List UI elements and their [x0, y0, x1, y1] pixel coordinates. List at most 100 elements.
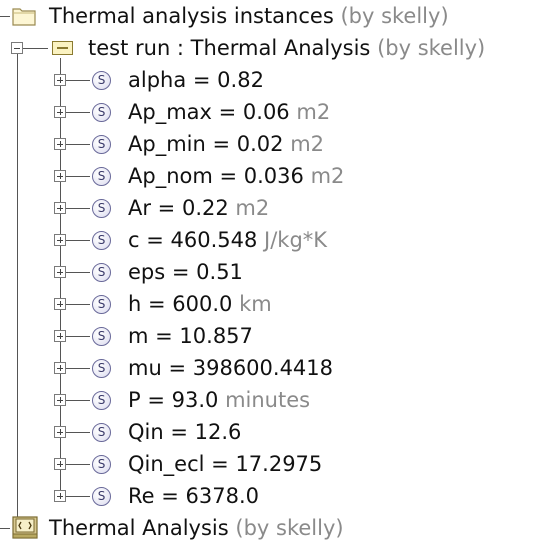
slot-equals: = [205, 132, 237, 156]
expand-icon[interactable] [54, 490, 66, 502]
slot-value: 0.02 [236, 132, 284, 156]
slot-equals: = [186, 68, 218, 92]
slot-unit: minutes [225, 388, 311, 412]
slot-value: 17.2975 [235, 452, 323, 476]
slot-name: Ap_min [128, 132, 206, 156]
expand-icon[interactable] [54, 266, 66, 278]
folder-icon [12, 8, 36, 26]
slot-name: m [128, 324, 149, 348]
slot-unit: m2 [235, 196, 270, 220]
tree-connector [66, 208, 90, 209]
slot-name: P [128, 388, 141, 412]
slot-label-group: alpha = 0.82 [128, 66, 264, 94]
slot-unit: km [239, 292, 272, 316]
slot-label-group: Qin = 12.6 [128, 418, 241, 446]
tree-node-slot[interactable]: S Ar = 0.22 m2 [0, 192, 542, 224]
slot-icon: S [92, 391, 111, 410]
slot-name: Re [128, 484, 155, 508]
tree-node-instance[interactable]: test run : Thermal Analysis (by skelly) [0, 32, 542, 64]
slot-name: c [128, 228, 140, 252]
tree-connector [66, 400, 90, 401]
tree-node-slot[interactable]: Salpha = 0.82 [0, 64, 542, 96]
tree-node-slot[interactable]: S Qin = 12.6 [0, 416, 542, 448]
expand-icon[interactable] [54, 138, 66, 150]
slot-label-group: Ap_min = 0.02 m2 [128, 130, 324, 158]
expand-icon[interactable] [54, 426, 66, 438]
tree-node-slot[interactable]: Seps = 0.51 [0, 256, 542, 288]
slot-value: 93.0 [171, 388, 219, 412]
slot-label-group: mu = 398600.4418 [128, 354, 333, 382]
slot-name: Ar [128, 196, 151, 220]
expand-icon[interactable] [54, 234, 66, 246]
tree-node-slot[interactable]: Sc = 460.548 J/kg*K [0, 224, 542, 256]
slot-name: Ap_nom [128, 164, 213, 188]
tree-node-class[interactable]: Thermal Analysis (by skelly) [0, 512, 542, 544]
expand-icon[interactable] [54, 170, 66, 182]
slot-unit: m2 [310, 164, 345, 188]
slot-value: 460.548 [170, 228, 258, 252]
slot-unit: m2 [290, 132, 325, 156]
expand-icon[interactable] [54, 394, 66, 406]
tree-view: Thermal analysis instances (by skelly) t… [0, 0, 542, 542]
expand-icon[interactable] [54, 106, 66, 118]
slot-value: 0.036 [243, 164, 304, 188]
slot-name: Qin_ecl [128, 452, 205, 476]
tree-node-slot[interactable]: S Qin_ecl = 17.2975 [0, 448, 542, 480]
tree-connector [66, 496, 90, 497]
slot-equals: = [204, 452, 236, 476]
expand-icon[interactable] [54, 458, 66, 470]
slot-label-group: Ap_nom = 0.036 m2 [128, 162, 344, 190]
instance-suffix: (by skelly) [377, 36, 486, 60]
expand-icon[interactable] [54, 362, 66, 374]
tree-node-slot[interactable]: S Ap_max = 0.06 m2 [0, 96, 542, 128]
class-suffix: (by skelly) [235, 516, 344, 540]
expand-icon[interactable] [54, 330, 66, 342]
slot-name: Qin [128, 420, 164, 444]
class-icon [12, 516, 38, 539]
tree-node-slot[interactable]: SP = 93.0 minutes [0, 384, 542, 416]
tree-node-slot[interactable]: Sh = 600.0 km [0, 288, 542, 320]
slot-value: 600.0 [172, 292, 233, 316]
tree-connector [23, 48, 48, 49]
tree-node-slot[interactable]: S Ap_nom = 0.036 m2 [0, 160, 542, 192]
slot-icon: S [92, 327, 111, 346]
slot-icon: S [92, 423, 111, 442]
slot-unit: m2 [296, 100, 331, 124]
tree-connector [66, 80, 90, 81]
tree-connector [66, 176, 90, 177]
instance-label-group: test run : Thermal Analysis (by skelly) [88, 34, 485, 62]
slot-value: 12.6 [194, 420, 242, 444]
tree-connector [66, 336, 90, 337]
tree-connector [66, 112, 90, 113]
expand-icon[interactable] [54, 74, 66, 86]
slot-label-group: Re = 6378.0 [128, 482, 259, 510]
tree-node-slot[interactable]: Smu = 398600.4418 [0, 352, 542, 384]
slot-icon: S [92, 455, 111, 474]
slot-unit: J/kg*K [264, 228, 328, 252]
tree-node-slot[interactable]: Sm = 10.857 [0, 320, 542, 352]
slot-equals: = [212, 164, 244, 188]
slot-equals: = [161, 356, 193, 380]
slot-label-group: c = 460.548 J/kg*K [128, 226, 327, 254]
slot-equals: = [154, 484, 186, 508]
slot-equals: = [141, 292, 173, 316]
collapse-icon[interactable] [11, 42, 23, 54]
instance-icon [52, 41, 73, 55]
expand-icon[interactable] [54, 298, 66, 310]
slot-equals: = [165, 260, 197, 284]
tree-node-slot[interactable]: S Ap_min = 0.02 m2 [0, 128, 542, 160]
tree-connector [66, 240, 90, 241]
tree-connector [66, 144, 90, 145]
slot-label-group: h = 600.0 km [128, 290, 272, 318]
slot-name: mu [128, 356, 162, 380]
tree-node-root[interactable]: Thermal analysis instances (by skelly) [0, 0, 542, 32]
tree-node-slot[interactable]: S Re = 6378.0 [0, 480, 542, 512]
slot-name: eps [128, 260, 166, 284]
slot-label-group: Qin_ecl = 17.2975 [128, 450, 322, 478]
slot-value: 6378.0 [185, 484, 260, 508]
expand-icon[interactable] [54, 202, 66, 214]
class-label: Thermal Analysis [49, 516, 229, 540]
tree-connector [66, 272, 90, 273]
slot-equals: = [140, 388, 172, 412]
tree-connector [66, 368, 90, 369]
